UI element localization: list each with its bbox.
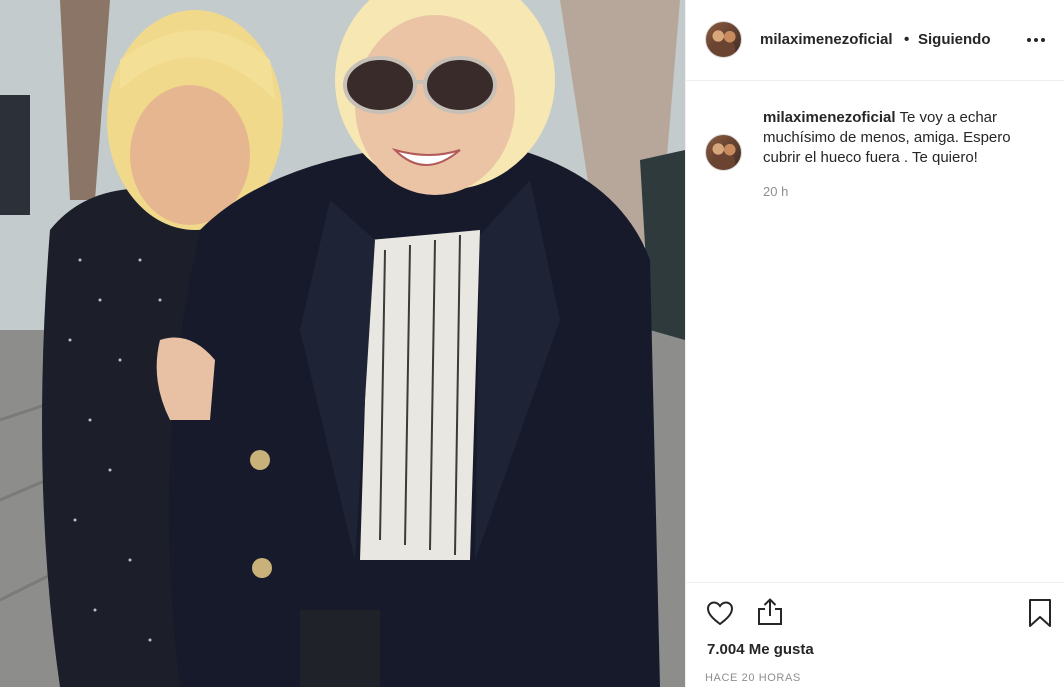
post-side-panel: milaximenezoficial • Siguiendo milaximen… <box>685 0 1064 687</box>
post-actions-footer: 7.004 Me gusta HACE 20 HORAS <box>686 582 1064 687</box>
heart-icon[interactable] <box>704 597 736 629</box>
author-avatar[interactable] <box>705 21 742 58</box>
caption-author-avatar[interactable] <box>705 134 742 171</box>
likes-count[interactable]: 7.004 Me gusta <box>707 641 814 658</box>
post-date[interactable]: HACE 20 HORAS <box>705 672 801 684</box>
caption-text-block: milaximenezoficial Te voy a echar muchís… <box>763 108 1048 168</box>
bookmark-icon[interactable] <box>1024 597 1056 629</box>
caption-timestamp[interactable]: 20 h <box>763 184 788 199</box>
author-username[interactable]: milaximenezoficial <box>760 31 893 48</box>
post-header: milaximenezoficial • Siguiendo <box>686 0 1064 81</box>
photo-illustration <box>0 0 685 687</box>
caption-username[interactable]: milaximenezoficial <box>763 109 896 126</box>
header-separator: • <box>904 31 910 48</box>
more-options-icon[interactable] <box>1024 28 1048 52</box>
share-icon[interactable] <box>754 596 786 628</box>
follow-status-button[interactable]: Siguiendo <box>918 31 991 48</box>
post-photo[interactable] <box>0 0 685 687</box>
